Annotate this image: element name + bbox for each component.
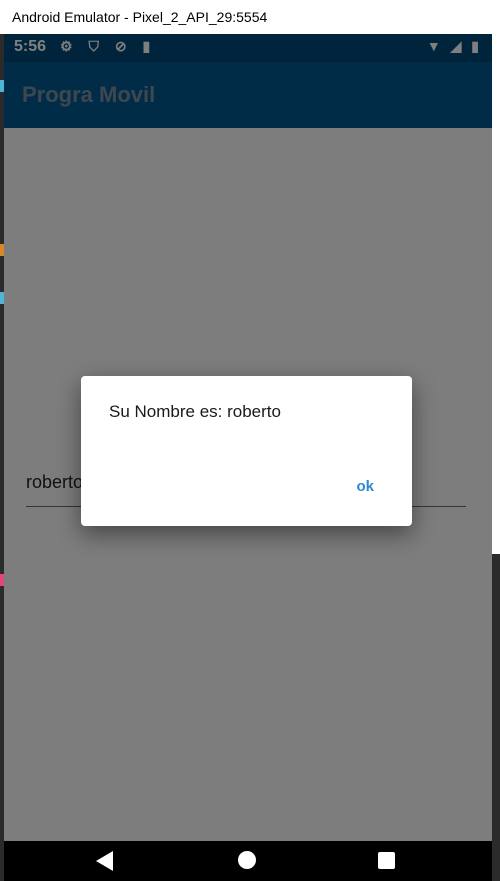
emulator-window-title: Android Emulator - Pixel_2_API_29:5554 [0,0,500,34]
alert-dialog: Su Nombre es: roberto ok [81,376,412,526]
ok-button[interactable]: ok [356,478,374,495]
dialog-message: Su Nombre es: roberto [109,402,281,421]
home-icon[interactable] [238,851,256,869]
navigation-bar [4,841,492,881]
right-editor-strip [492,34,500,881]
editor-background [492,34,500,554]
back-icon[interactable] [96,851,113,871]
recents-icon[interactable] [378,852,395,869]
phone-screen: 5:56 ⚙ ⛉ ⊘ ▮ ▼ ◢ ▮ Progra Movil roberto … [4,34,492,881]
